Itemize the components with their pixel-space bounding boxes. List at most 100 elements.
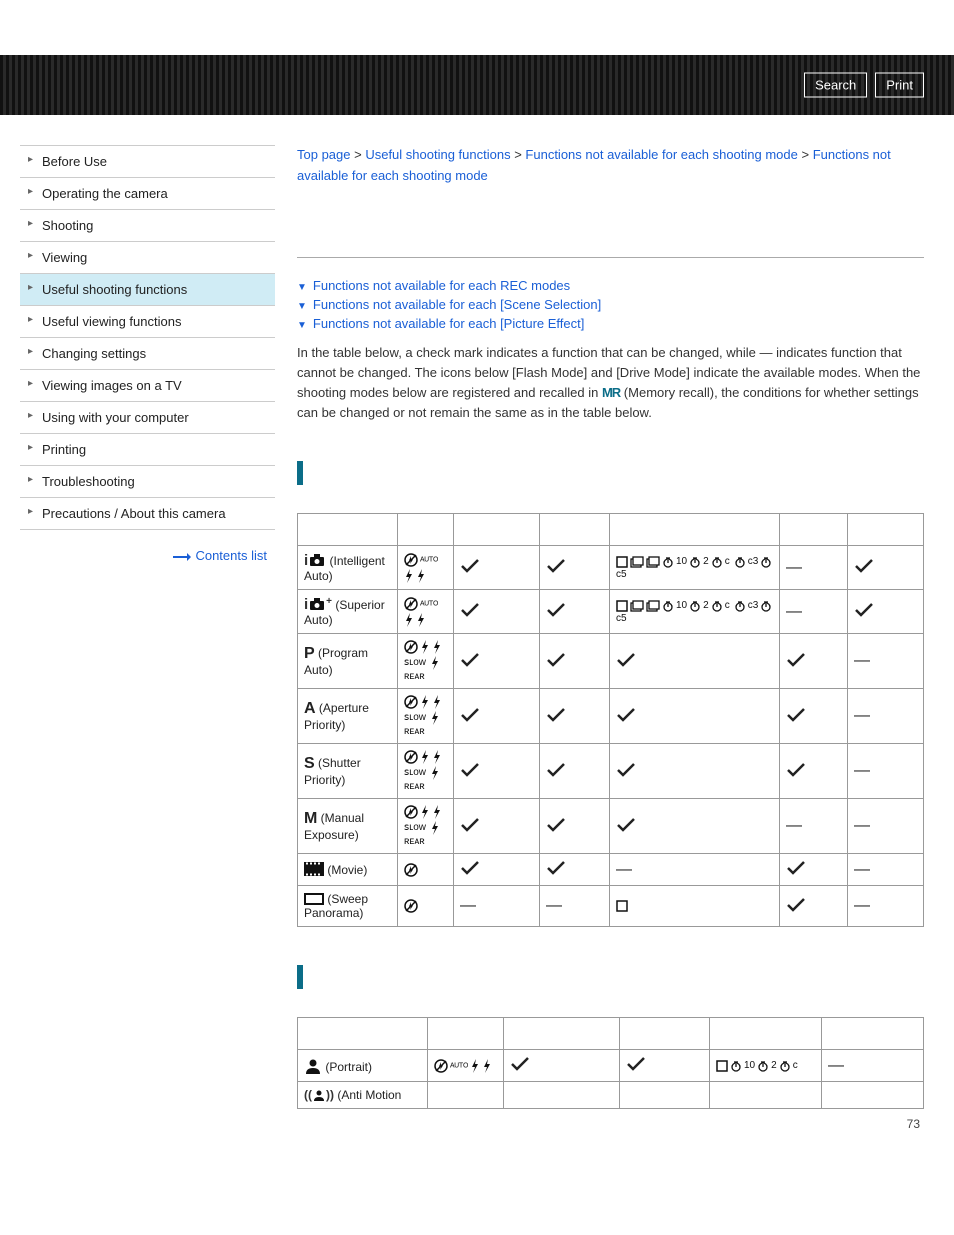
mode-label: (Movie) <box>324 863 367 877</box>
table-header <box>298 514 398 546</box>
check-icon <box>546 860 566 876</box>
check-icon <box>786 897 806 913</box>
breadcrumb-l1[interactable]: Useful shooting functions <box>365 147 510 162</box>
check-icon <box>510 1056 530 1072</box>
sidebar-item-11[interactable]: Precautions / About this camera <box>20 498 275 530</box>
section-marker-2 <box>297 965 303 989</box>
check-icon <box>786 652 806 668</box>
breadcrumb-top[interactable]: Top page <box>297 147 351 162</box>
mode-icon <box>304 892 324 906</box>
contents-list-link[interactable]: Contents list <box>173 548 267 563</box>
check-icon <box>616 817 636 833</box>
table-row: (Portrait) ᴬᵁᵀᴼ 10 2 ᴄ— <box>298 1050 924 1082</box>
table-header <box>780 514 848 546</box>
scene-selection-table: (Portrait) ᴬᵁᵀᴼ 10 2 ᴄ— (()) (Anti Motion <box>297 1017 924 1109</box>
check-icon <box>546 707 566 723</box>
table-header <box>398 514 454 546</box>
dash-icon: — <box>854 762 870 779</box>
sidebar-item-2[interactable]: Shooting <box>20 210 275 242</box>
sidebar-item-4[interactable]: Useful shooting functions <box>20 274 275 306</box>
table-header <box>298 1018 428 1050</box>
table-header <box>848 514 924 546</box>
dash-icon: — <box>854 652 870 669</box>
breadcrumb-l2[interactable]: Functions not available for each shootin… <box>525 147 797 162</box>
dash-icon: — <box>786 817 802 834</box>
check-icon <box>854 602 874 618</box>
table-row: (Movie)—— <box>298 854 924 886</box>
print-button[interactable]: Print <box>875 73 924 98</box>
breadcrumb: Top page > Useful shooting functions > F… <box>297 145 924 187</box>
header-band: Search Print <box>0 55 954 115</box>
check-icon <box>460 707 480 723</box>
mode-label: (Portrait) <box>322 1060 372 1074</box>
mode-icon: S <box>304 756 315 770</box>
table-header <box>454 514 540 546</box>
dash-icon: — <box>854 897 870 914</box>
sidebar-item-9[interactable]: Printing <box>20 434 275 466</box>
check-icon <box>854 558 874 574</box>
table-header <box>540 514 610 546</box>
table-row: P (Program Auto) ꜱʟᴏᴡʀᴇᴀʀ— <box>298 634 924 689</box>
check-icon <box>460 817 480 833</box>
table-row: M (Manual Exposure) ꜱʟᴏᴡʀᴇᴀʀ—— <box>298 799 924 854</box>
check-icon <box>546 817 566 833</box>
check-icon <box>460 860 480 876</box>
table-row: i (Intelligent Auto) ᴬᵁᵀᴼ 10 2 ᴄᴄ3 ᴄ5— <box>298 546 924 590</box>
dash-icon: — <box>854 817 870 834</box>
check-icon <box>786 707 806 723</box>
mode-icon: i+ <box>304 598 332 612</box>
anchor-links: Functions not available for each REC mod… <box>297 276 924 333</box>
mode-icon: M <box>304 811 317 825</box>
anchor-link-0[interactable]: Functions not available for each REC mod… <box>297 276 924 295</box>
sidebar-item-3[interactable]: Viewing <box>20 242 275 274</box>
table-row: (Sweep Panorama)——— <box>298 886 924 927</box>
mode-label: (Anti Motion <box>334 1088 401 1102</box>
check-icon <box>460 652 480 668</box>
page-number: 73 <box>297 1109 924 1131</box>
check-icon <box>460 602 480 618</box>
mode-icon: (()) <box>304 1088 334 1102</box>
sidebar-item-10[interactable]: Troubleshooting <box>20 466 275 498</box>
sidebar-item-6[interactable]: Changing settings <box>20 338 275 370</box>
anchor-link-2[interactable]: Functions not available for each [Pictur… <box>297 314 924 333</box>
dash-icon: — <box>460 897 476 914</box>
table-row: A (Aperture Priority) ꜱʟᴏᴡʀᴇᴀʀ— <box>298 689 924 744</box>
search-button[interactable]: Search <box>804 73 867 98</box>
dash-icon: — <box>854 861 870 878</box>
rec-modes-table: i (Intelligent Auto) ᴬᵁᵀᴼ 10 2 ᴄᴄ3 ᴄ5—i+… <box>297 513 924 927</box>
table-header <box>710 1018 822 1050</box>
check-icon <box>546 652 566 668</box>
sidebar-item-8[interactable]: Using with your computer <box>20 402 275 434</box>
sidebar-item-5[interactable]: Useful viewing functions <box>20 306 275 338</box>
check-icon <box>616 762 636 778</box>
table-row: S (Shutter Priority) ꜱʟᴏᴡʀᴇᴀʀ— <box>298 744 924 799</box>
check-icon <box>786 762 806 778</box>
mode-icon <box>304 863 324 877</box>
check-icon <box>460 762 480 778</box>
check-icon <box>616 707 636 723</box>
check-icon <box>546 762 566 778</box>
table-row: i+ (Superior Auto) ᴬᵁᵀᴼ 10 2 ᴄᴄ3 ᴄ5— <box>298 590 924 634</box>
mode-icon: i <box>304 554 326 568</box>
sidebar-item-7[interactable]: Viewing images on a TV <box>20 370 275 402</box>
section-marker-1 <box>297 461 303 485</box>
check-icon <box>786 860 806 876</box>
sidebar-item-1[interactable]: Operating the camera <box>20 178 275 210</box>
dash-icon: — <box>786 559 802 576</box>
check-icon <box>626 1056 646 1072</box>
table-header <box>610 514 780 546</box>
dash-icon: — <box>854 707 870 724</box>
sidebar-nav: Before UseOperating the cameraShootingVi… <box>0 145 275 1171</box>
main-content: Top page > Useful shooting functions > F… <box>275 145 954 1171</box>
divider <box>297 257 924 258</box>
anchor-link-1[interactable]: Functions not available for each [Scene … <box>297 295 924 314</box>
mode-icon <box>304 1060 322 1074</box>
table-header <box>822 1018 924 1050</box>
dash-icon: — <box>786 603 802 620</box>
dash-icon: — <box>546 897 562 914</box>
sidebar-item-0[interactable]: Before Use <box>20 146 275 178</box>
check-icon <box>546 602 566 618</box>
check-icon <box>460 558 480 574</box>
check-icon <box>546 558 566 574</box>
mode-icon: A <box>304 701 316 715</box>
